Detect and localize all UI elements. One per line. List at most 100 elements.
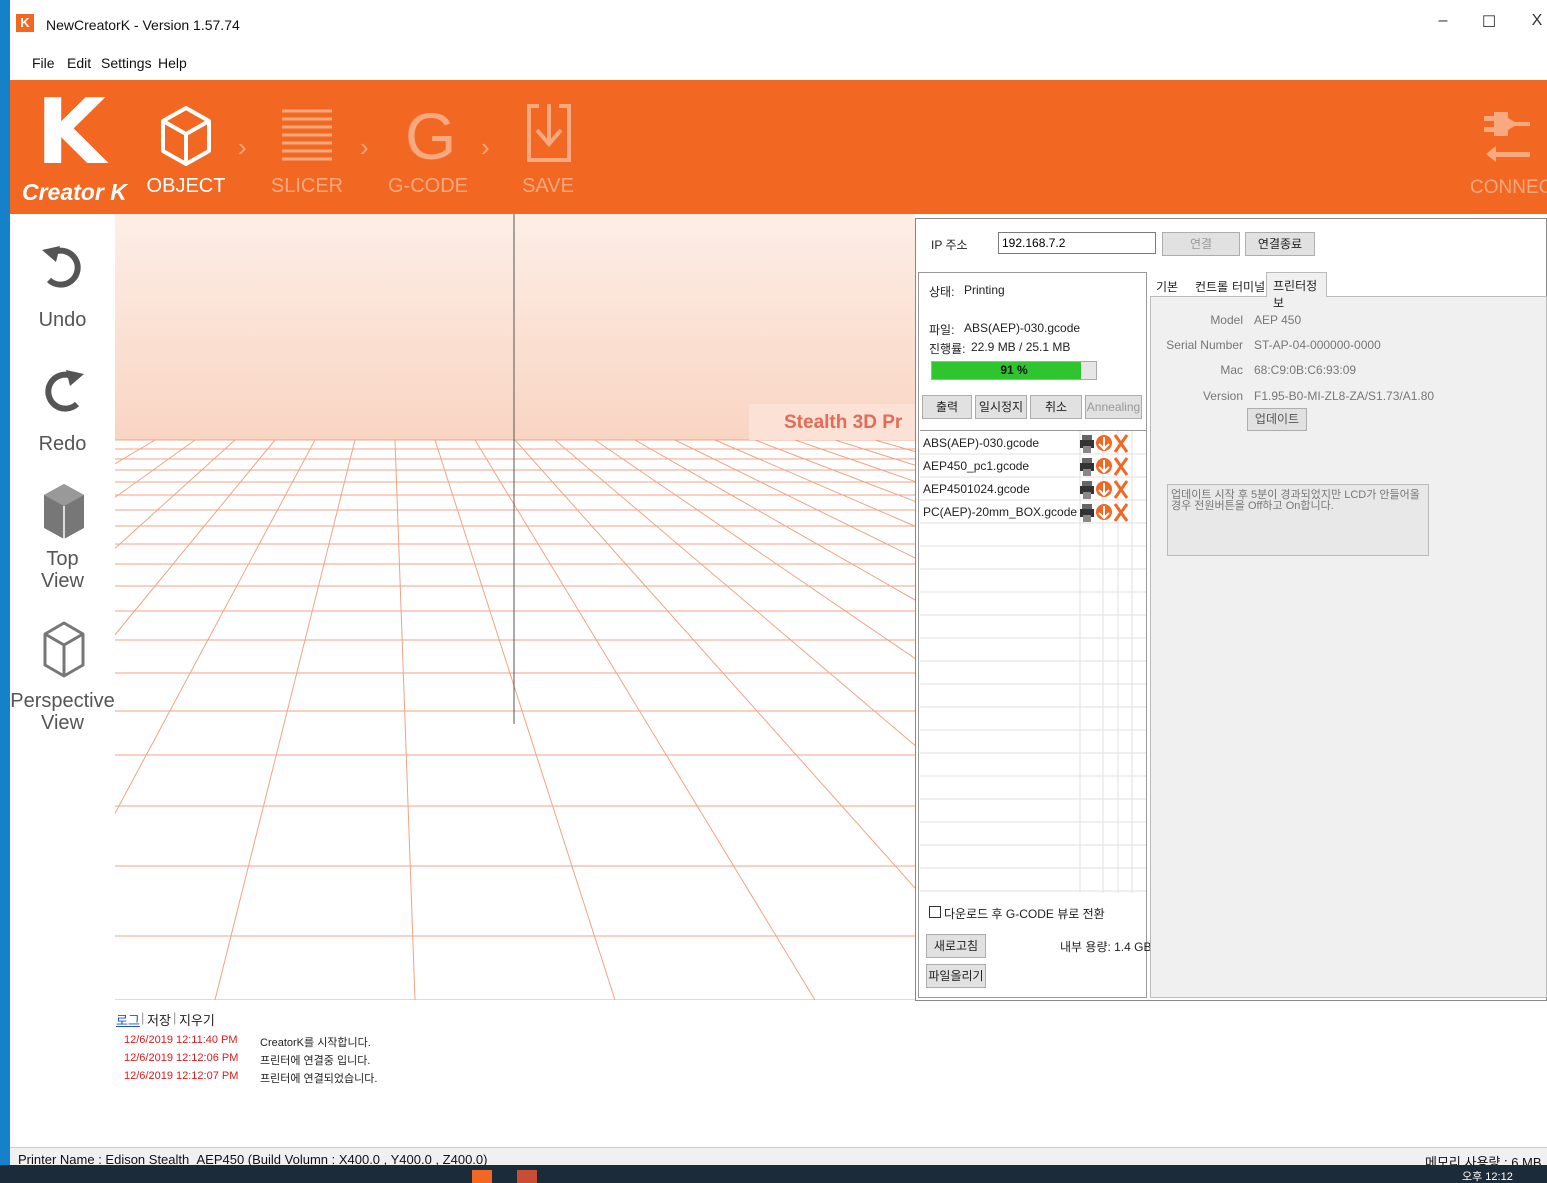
delete-icon[interactable]	[1113, 480, 1129, 499]
maximize-button[interactable]: ☐	[1474, 12, 1504, 32]
slicer-icon[interactable]	[282, 108, 332, 164]
perspective-view-label[interactable]: Perspective View	[10, 690, 115, 734]
undo-label[interactable]: Undo	[10, 309, 115, 331]
menu-bar	[10, 50, 1547, 80]
ip-address-input[interactable]	[998, 232, 1156, 254]
version-value: F1.95-B0-MI-ZL8-ZA/S1.73/A1.80	[1254, 389, 1435, 403]
taskbar-app-icon[interactable]	[517, 1170, 537, 1183]
download-icon[interactable]	[1096, 458, 1112, 474]
file-actions-1	[1080, 434, 1129, 453]
delete-icon[interactable]	[1113, 503, 1129, 522]
chevron-right-icon: ›	[238, 132, 247, 162]
delete-icon[interactable]	[1113, 457, 1129, 476]
log-message-3: 프린터에 연결되었습니다.	[260, 1073, 378, 1085]
build-plate-grid	[115, 214, 915, 1000]
mac-label: Mac	[1220, 363, 1243, 377]
log-save-tab[interactable]: 저장	[147, 1010, 171, 1029]
log-clear-tab[interactable]: 지우기	[179, 1010, 215, 1029]
model-value: AEP 450	[1254, 313, 1302, 327]
minimize-button[interactable]: –	[1428, 12, 1458, 30]
tab-printer-info[interactable]: 프린터정보	[1266, 272, 1327, 310]
app-icon: K	[16, 14, 34, 32]
serial-label: Serial Number	[1166, 338, 1243, 352]
connect-plug-icon[interactable]	[1484, 110, 1530, 164]
log-time-2: 12/6/2019 12:12:06 PM	[124, 1052, 239, 1064]
step-slicer[interactable]: SLICER	[247, 175, 367, 198]
version-label: Version	[1202, 389, 1243, 403]
file-item-2[interactable]: AEP450_pc1.gcode	[923, 459, 1029, 473]
top-view-icon[interactable]	[42, 482, 86, 542]
undo-icon[interactable]	[40, 244, 86, 294]
annealing-button[interactable]: Annealing	[1085, 395, 1142, 419]
log-message-1: CreatorK를 시작합니다.	[260, 1037, 371, 1049]
log-separator: |	[173, 1010, 177, 1025]
file-label: 파일:	[929, 323, 955, 337]
tab-basic[interactable]: 기본	[1156, 278, 1178, 295]
perspective-view-icon[interactable]	[42, 620, 86, 680]
window-left-border	[0, 0, 10, 1165]
download-icon[interactable]	[1096, 435, 1112, 451]
view-tools-panel	[10, 214, 115, 1000]
update-notice: 업데이트 시작 후 5분이 경과되었지만 LCD가 안들어올 경우 전원버튼을 …	[1167, 484, 1429, 556]
printer-icon[interactable]	[1080, 504, 1094, 522]
file-value: ABS(AEP)-030.gcode	[964, 321, 1081, 335]
print-button[interactable]: 출력	[922, 395, 972, 419]
menu-help[interactable]: Help	[158, 55, 187, 71]
file-item-4[interactable]: PC(AEP)-20mm_BOX.gcode	[923, 505, 1077, 519]
menu-edit[interactable]: Edit	[67, 55, 91, 71]
download-icon[interactable]	[1096, 481, 1112, 497]
status-value: Printing	[964, 283, 1005, 297]
os-taskbar	[0, 1165, 1547, 1183]
close-button[interactable]: X	[1522, 12, 1547, 30]
title-bar	[10, 0, 1547, 50]
printer-icon[interactable]	[1080, 458, 1094, 476]
chevron-right-icon: ›	[360, 132, 369, 162]
redo-icon[interactable]	[40, 368, 86, 418]
tab-terminal[interactable]: 터미널	[1232, 278, 1265, 295]
log-tab[interactable]: 로그	[116, 1010, 140, 1029]
gcode-icon[interactable]: G	[405, 98, 456, 174]
model-label: Model	[1210, 313, 1243, 327]
file-item-3[interactable]: AEP4501024.gcode	[923, 482, 1030, 496]
step-object[interactable]: OBJECT	[126, 175, 246, 198]
file-item-1[interactable]: ABS(AEP)-030.gcode	[923, 436, 1039, 450]
save-icon[interactable]	[525, 102, 573, 164]
storage-label: 내부 용량: 1.4 GB	[1060, 940, 1152, 954]
top-view-label[interactable]: Top View	[10, 548, 115, 592]
cube-icon[interactable]	[160, 105, 212, 167]
step-save[interactable]: SAVE	[488, 175, 608, 198]
progress-value: 22.9 MB / 25.1 MB	[971, 340, 1071, 354]
progress-label: 진행률:	[929, 342, 966, 356]
download-icon[interactable]	[1096, 504, 1112, 520]
cancel-button[interactable]: 취소	[1030, 395, 1082, 419]
pause-button[interactable]: 일시정지	[975, 395, 1027, 419]
file-actions-4	[1080, 503, 1129, 522]
log-time-1: 12/6/2019 12:11:40 PM	[124, 1034, 238, 1046]
connect-label[interactable]: CONNECT	[1470, 177, 1547, 199]
printer-icon[interactable]	[1080, 481, 1094, 499]
menu-file[interactable]: File	[32, 55, 55, 71]
tab-control[interactable]: 컨트롤	[1195, 278, 1228, 295]
gcode-switch-label: 다운로드 후 G-CODE 뷰로 전환	[944, 907, 1105, 921]
mac-value: 68:C9:0B:C6:93:09	[1254, 363, 1357, 377]
refresh-button[interactable]: 새로고침	[926, 934, 986, 958]
ip-label: IP 주소	[931, 238, 968, 252]
log-message-2: 프린터에 연결중 입니다.	[260, 1055, 371, 1067]
3d-viewport[interactable]	[115, 214, 915, 1000]
menu-settings[interactable]: Settings	[101, 55, 152, 71]
chevron-right-icon: ›	[481, 132, 490, 162]
serial-value: ST-AP-04-000000-0000	[1254, 338, 1381, 352]
disconnect-button[interactable]: 연결종료	[1245, 232, 1315, 256]
upload-button[interactable]: 파일올리기	[926, 964, 986, 988]
status-label: 상태:	[929, 285, 955, 299]
file-actions-2	[1080, 457, 1129, 476]
step-gcode[interactable]: G-CODE	[368, 175, 488, 198]
gcode-switch-checkbox[interactable]	[929, 906, 941, 918]
redo-label[interactable]: Redo	[10, 433, 115, 455]
window-title: NewCreatorK - Version 1.57.74	[46, 17, 240, 33]
delete-icon[interactable]	[1113, 434, 1129, 453]
printer-icon[interactable]	[1080, 435, 1094, 453]
update-button[interactable]: 업데이트	[1247, 408, 1307, 431]
connect-button[interactable]: 연결	[1162, 232, 1240, 256]
taskbar-app-icon[interactable]	[472, 1170, 492, 1183]
